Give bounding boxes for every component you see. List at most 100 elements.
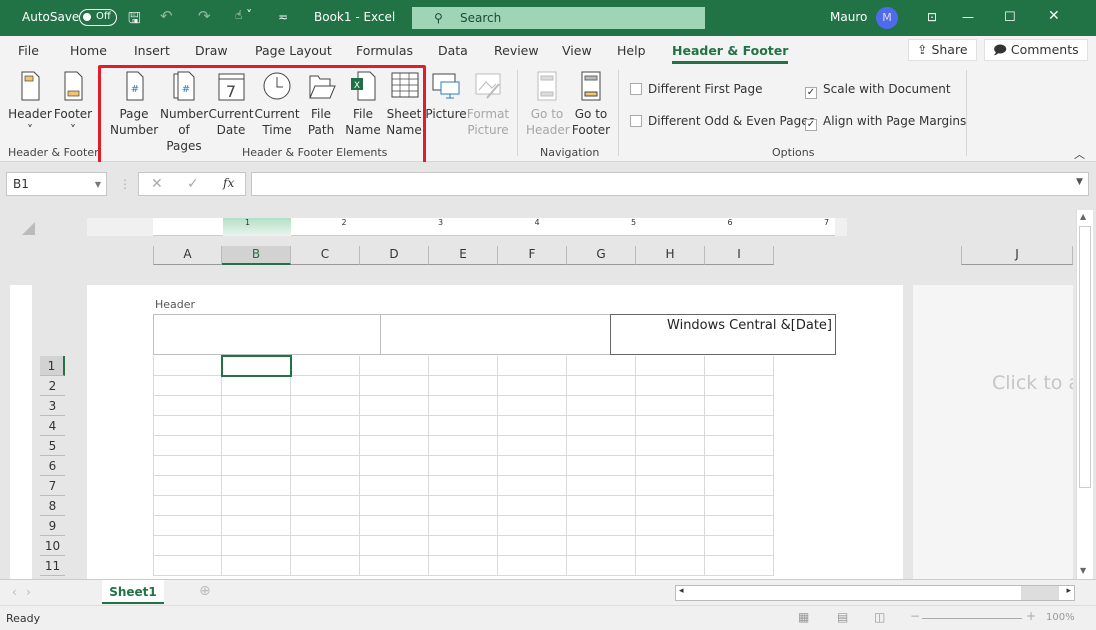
- cell-A2[interactable]: [153, 376, 222, 396]
- scroll-tabs-right-icon[interactable]: ›: [26, 585, 31, 599]
- horizontal-ruler[interactable]: 1 2 3 4 5 6 7: [87, 218, 847, 236]
- page-layout-view-icon[interactable]: ▤: [837, 610, 848, 624]
- row-header-6[interactable]: 6: [40, 456, 65, 476]
- cell-H6[interactable]: [636, 456, 705, 476]
- cell-A7[interactable]: [153, 476, 222, 496]
- cell-D3[interactable]: [360, 396, 429, 416]
- scroll-thumb[interactable]: [1079, 226, 1091, 488]
- collapse-ribbon-icon[interactable]: ︿: [1074, 146, 1085, 162]
- cell-H4[interactable]: [636, 416, 705, 436]
- cell-E7[interactable]: [429, 476, 498, 496]
- row-header-8[interactable]: 8: [40, 496, 65, 516]
- column-header-e[interactable]: E: [429, 246, 498, 265]
- different-odd-even-checkbox[interactable]: Different Odd & Even Pages: [630, 114, 815, 128]
- tab-data[interactable]: Data: [438, 43, 468, 58]
- column-header-f[interactable]: F: [498, 246, 567, 265]
- cell-I6[interactable]: [705, 456, 774, 476]
- normal-view-icon[interactable]: ▦: [798, 610, 809, 624]
- cell-C4[interactable]: [291, 416, 360, 436]
- cell-C7[interactable]: [291, 476, 360, 496]
- tab-insert[interactable]: Insert: [134, 43, 170, 58]
- cell-G3[interactable]: [567, 396, 636, 416]
- expand-formula-bar-icon[interactable]: ▼: [1076, 177, 1083, 187]
- cell-G2[interactable]: [567, 376, 636, 396]
- cell-G11[interactable]: [567, 556, 636, 576]
- cell-H11[interactable]: [636, 556, 705, 576]
- different-first-page-checkbox[interactable]: Different First Page: [630, 82, 763, 96]
- cell-D6[interactable]: [360, 456, 429, 476]
- avatar[interactable]: M: [876, 7, 898, 29]
- cell-B2[interactable]: [222, 376, 291, 396]
- cell-I1[interactable]: [705, 356, 774, 376]
- page-break-view-icon[interactable]: ◫: [874, 610, 885, 624]
- column-header-b[interactable]: B: [222, 246, 291, 265]
- row-header-3[interactable]: 3: [40, 396, 65, 416]
- cell-C11[interactable]: [291, 556, 360, 576]
- tab-formulas[interactable]: Formulas: [356, 43, 413, 58]
- scroll-tabs-left-icon[interactable]: ‹: [12, 585, 17, 599]
- user-name[interactable]: Mauro: [830, 10, 867, 24]
- scroll-down-icon[interactable]: ▼: [1080, 566, 1086, 575]
- cell-E2[interactable]: [429, 376, 498, 396]
- row-header-1[interactable]: 1: [40, 356, 65, 376]
- cell-A3[interactable]: [153, 396, 222, 416]
- cell-B7[interactable]: [222, 476, 291, 496]
- cell-F8[interactable]: [498, 496, 567, 516]
- cell-E5[interactable]: [429, 436, 498, 456]
- cell-F10[interactable]: [498, 536, 567, 556]
- zoom-out-icon[interactable]: −: [910, 609, 920, 623]
- minimize-button[interactable]: —: [962, 10, 974, 24]
- active-cell-b1[interactable]: [221, 355, 292, 377]
- column-header-i[interactable]: I: [705, 246, 774, 265]
- cell-A6[interactable]: [153, 456, 222, 476]
- cell-E3[interactable]: [429, 396, 498, 416]
- zoom-slider[interactable]: [922, 618, 1022, 619]
- column-header-j[interactable]: J: [961, 246, 1073, 265]
- header-left-section[interactable]: [153, 314, 381, 355]
- row-header-2[interactable]: 2: [40, 376, 65, 396]
- enter-icon[interactable]: ✓: [187, 176, 199, 192]
- cell-I3[interactable]: [705, 396, 774, 416]
- cell-A10[interactable]: [153, 536, 222, 556]
- cell-I5[interactable]: [705, 436, 774, 456]
- cell-F7[interactable]: [498, 476, 567, 496]
- column-header-h[interactable]: H: [636, 246, 705, 265]
- cell-B8[interactable]: [222, 496, 291, 516]
- cell-B9[interactable]: [222, 516, 291, 536]
- column-header-d[interactable]: D: [360, 246, 429, 265]
- cell-C2[interactable]: [291, 376, 360, 396]
- cell-E8[interactable]: [429, 496, 498, 516]
- cancel-icon[interactable]: ✕: [151, 176, 163, 192]
- cell-D7[interactable]: [360, 476, 429, 496]
- cell-F2[interactable]: [498, 376, 567, 396]
- header-right-section[interactable]: Windows Central &[Date]: [610, 314, 836, 355]
- footer-button[interactable]: Footer ˅: [52, 70, 94, 138]
- cell-D5[interactable]: [360, 436, 429, 456]
- cell-E6[interactable]: [429, 456, 498, 476]
- cell-G1[interactable]: [567, 356, 636, 376]
- header-center-section[interactable]: [380, 314, 611, 355]
- cell-F5[interactable]: [498, 436, 567, 456]
- row-header-10[interactable]: 10: [40, 536, 65, 556]
- touch-mode-icon[interactable]: ☝ ˅: [235, 8, 252, 22]
- tab-header-footer[interactable]: Header & Footer: [672, 43, 789, 64]
- tab-draw[interactable]: Draw: [195, 43, 228, 58]
- tab-home[interactable]: Home: [70, 43, 107, 58]
- column-header-c[interactable]: C: [291, 246, 360, 265]
- column-header-g[interactable]: G: [567, 246, 636, 265]
- cell-F1[interactable]: [498, 356, 567, 376]
- cell-D8[interactable]: [360, 496, 429, 516]
- cell-I8[interactable]: [705, 496, 774, 516]
- cell-D9[interactable]: [360, 516, 429, 536]
- cell-B3[interactable]: [222, 396, 291, 416]
- tab-page-layout[interactable]: Page Layout: [255, 43, 332, 58]
- cell-I11[interactable]: [705, 556, 774, 576]
- redo-icon[interactable]: ↷: [198, 7, 211, 25]
- cell-I2[interactable]: [705, 376, 774, 396]
- cell-C10[interactable]: [291, 536, 360, 556]
- cell-B4[interactable]: [222, 416, 291, 436]
- cell-I7[interactable]: [705, 476, 774, 496]
- cell-H3[interactable]: [636, 396, 705, 416]
- cell-D1[interactable]: [360, 356, 429, 376]
- cell-H10[interactable]: [636, 536, 705, 556]
